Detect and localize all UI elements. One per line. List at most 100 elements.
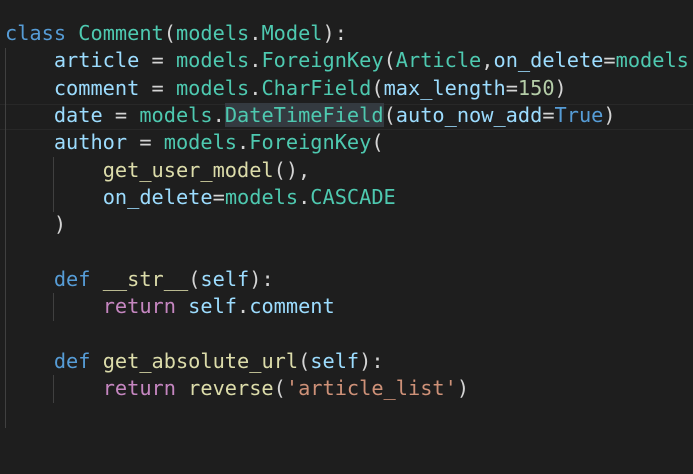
code-token: on_delete <box>493 48 604 73</box>
code-token: ( <box>163 21 176 45</box>
code-token: . <box>237 130 250 155</box>
code-token: = <box>212 184 225 209</box>
code-token: return <box>102 375 176 400</box>
code-token: Comment <box>78 21 164 45</box>
code-token: . <box>249 48 262 73</box>
code-token: ) <box>554 75 567 100</box>
code-token: (), <box>273 157 311 182</box>
code-token: models <box>175 48 250 73</box>
code-token: models <box>175 21 250 45</box>
code-token: ( <box>383 48 396 73</box>
code-token: CASCADE <box>310 184 396 209</box>
code-token: reverse <box>188 375 274 400</box>
code-line[interactable]: def __str__(self): <box>5 266 274 293</box>
code-token: CharField <box>261 75 372 100</box>
code-token: auto_now_add <box>395 102 543 127</box>
code-token: article <box>53 48 140 73</box>
code-token: ( <box>298 348 311 373</box>
code-token: . <box>237 294 250 318</box>
code-line[interactable]: class Comment(models.Model): <box>5 20 347 47</box>
code-token: ) <box>456 375 470 400</box>
code-token: ) <box>53 212 67 237</box>
code-token: , <box>481 48 494 73</box>
code-line[interactable]: on_delete=models.CASCADE <box>5 184 396 211</box>
code-line[interactable]: return reverse('article_list') <box>5 375 469 402</box>
code-token: Article <box>395 48 482 73</box>
code-token: = <box>127 130 164 155</box>
code-token: 150 <box>517 75 555 100</box>
code-token: on_delete <box>102 184 213 209</box>
code-token: ForeignKey <box>249 130 372 155</box>
code-token: = <box>542 102 555 127</box>
highlighted-token: DateTime <box>224 102 323 127</box>
code-token: return <box>102 294 176 318</box>
code-token: author <box>53 130 128 155</box>
code-token: = <box>102 102 140 127</box>
code-line[interactable]: author = models.ForeignKey( <box>5 129 384 156</box>
code-line[interactable]: date = models.DateTimeField(auto_now_add… <box>5 102 616 129</box>
code-editor[interactable]: class Comment(models.Model): article = m… <box>0 0 693 474</box>
code-token: models <box>163 130 238 155</box>
code-token: ( <box>188 266 201 291</box>
code-token: 'article_list' <box>285 375 457 400</box>
code-token: . <box>249 75 262 100</box>
code-token: self <box>200 266 250 291</box>
code-token: get_absolute_url <box>102 348 299 373</box>
code-token: def <box>53 266 91 291</box>
code-token: = <box>603 48 616 73</box>
code-token: = <box>139 48 176 73</box>
code-token: __str__ <box>102 266 189 291</box>
code-token: = <box>505 75 518 100</box>
code-line[interactable]: return self.comment <box>5 293 335 320</box>
code-token: Model <box>261 21 323 45</box>
code-token: = <box>139 75 176 100</box>
code-token: ): <box>249 266 274 291</box>
code-token: date <box>53 102 103 127</box>
code-token: max_length <box>383 75 506 100</box>
code-line[interactable]: get_user_model(), <box>5 157 311 184</box>
code-token: models <box>224 184 299 209</box>
code-line[interactable]: article = models.ForeignKey(Article,on_d… <box>5 47 693 74</box>
code-token: . <box>298 184 311 209</box>
code-token: def <box>53 348 91 373</box>
code-token: ( <box>273 375 286 400</box>
code-token: comment <box>53 75 140 100</box>
code-token: models <box>615 48 689 73</box>
code-line[interactable]: def get_absolute_url(self): <box>5 348 384 375</box>
code-token: . <box>249 21 262 45</box>
code-line[interactable]: comment = models.CharField(max_length=15… <box>5 75 567 102</box>
code-token: ForeignKey <box>261 48 384 73</box>
code-token: models <box>175 75 250 100</box>
code-token: ( <box>371 130 384 155</box>
code-token: models <box>139 102 213 127</box>
code-token: ( <box>383 102 396 127</box>
code-token: comment <box>249 294 335 318</box>
code-token: self <box>310 348 360 373</box>
code-token: class <box>5 21 67 45</box>
highlighted-token: Field <box>322 102 384 127</box>
code-line[interactable]: ) <box>5 211 66 238</box>
code-token: . <box>212 102 225 127</box>
code-token: ): <box>322 21 347 45</box>
code-token: get_user_model <box>102 157 274 182</box>
code-token: ): <box>359 348 384 373</box>
code-token: . <box>689 48 693 72</box>
code-token: ( <box>371 75 384 100</box>
code-token: self <box>188 294 238 318</box>
